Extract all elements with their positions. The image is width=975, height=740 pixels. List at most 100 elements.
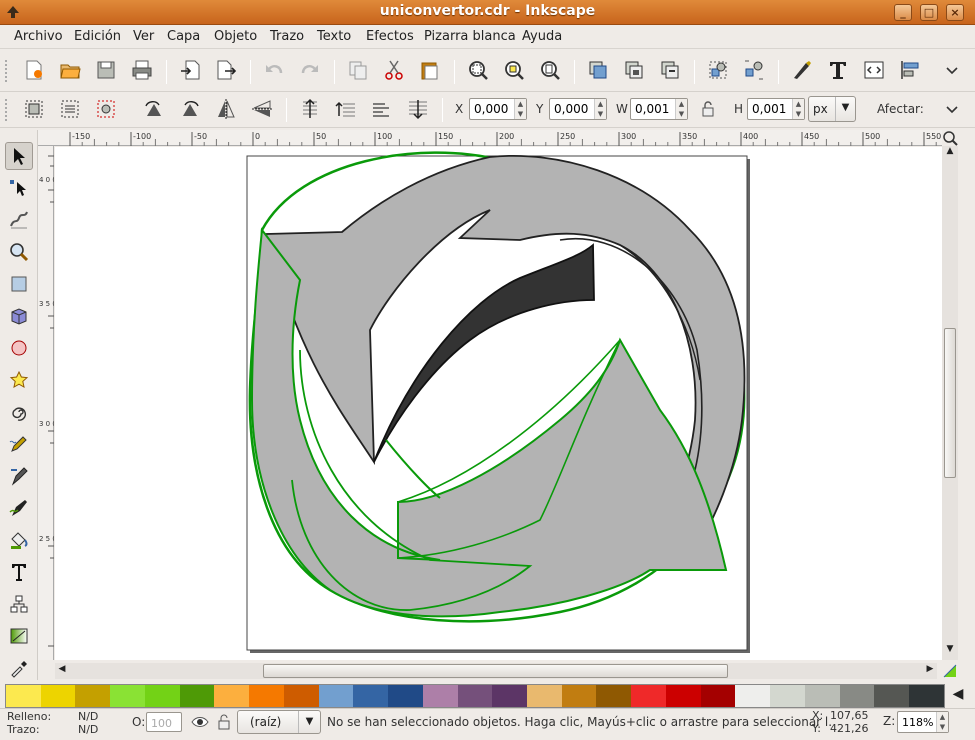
rotate-cw-icon[interactable] [176, 95, 204, 123]
zoom-corner-icon[interactable] [942, 130, 958, 146]
spin-arrows-icon[interactable]: ▲ ▼ [675, 99, 687, 119]
spin-arrows-icon[interactable]: ▲ ▼ [594, 99, 606, 119]
deselect-icon[interactable] [92, 95, 120, 123]
align-distribute-icon[interactable] [896, 56, 924, 84]
menu-efectos[interactable]: Efectos [366, 29, 414, 44]
color-manage-icon[interactable] [942, 663, 958, 679]
menu-trazo[interactable]: Trazo [270, 29, 304, 44]
zoom-drawing-icon[interactable] [500, 56, 528, 84]
palette-swatch[interactable] [110, 685, 145, 707]
menu-ayuda[interactable]: Ayuda [522, 29, 562, 44]
palette-swatch[interactable] [75, 685, 111, 707]
layer-selector[interactable]: (raíz) ▼ [237, 710, 321, 734]
h-spinbox[interactable]: ▲▼ [747, 98, 805, 120]
paint-bucket-tool-icon[interactable] [5, 526, 33, 554]
text-tool-icon[interactable] [5, 558, 33, 586]
clone-icon[interactable] [620, 56, 648, 84]
menu-edicion[interactable]: Edición [74, 29, 121, 44]
rectangle-tool-icon[interactable] [5, 270, 33, 298]
ellipse-tool-icon[interactable] [5, 334, 33, 362]
menu-pizarra-blanca[interactable]: Pizarra blanca [424, 29, 516, 44]
menu-archivo[interactable]: Archivo [14, 29, 63, 44]
menu-ver[interactable]: Ver [133, 29, 154, 44]
pen-tool-icon[interactable] [5, 462, 33, 490]
copy-icon[interactable] [344, 56, 372, 84]
palette-swatch[interactable] [527, 685, 562, 707]
palette-swatch[interactable] [388, 685, 423, 707]
vertical-scrollbar[interactable]: ▲ ▼ [942, 146, 958, 660]
save-icon[interactable] [92, 56, 120, 84]
palette-swatch[interactable] [422, 685, 458, 707]
palette-swatch[interactable] [909, 685, 944, 707]
print-icon[interactable] [128, 56, 156, 84]
stroke-value[interactable]: N/D [78, 723, 98, 736]
flip-vertical-icon[interactable] [248, 95, 276, 123]
palette-swatch[interactable] [839, 685, 875, 707]
palette-swatch[interactable] [735, 685, 771, 707]
palette-swatch[interactable] [700, 685, 736, 707]
palette-swatch[interactable] [179, 685, 215, 707]
lower-to-bottom-icon[interactable] [404, 95, 432, 123]
scroll-left-icon[interactable]: ◀ [56, 664, 68, 678]
flip-horizontal-icon[interactable] [212, 95, 240, 123]
3d-box-tool-icon[interactable] [5, 302, 33, 330]
select-all-layers-icon[interactable] [56, 95, 84, 123]
palette-swatch[interactable] [353, 685, 389, 707]
pencil-tool-icon[interactable] [5, 430, 33, 458]
export-icon[interactable] [212, 56, 240, 84]
open-document-icon[interactable] [56, 56, 84, 84]
horizontal-scroll-thumb[interactable] [263, 664, 728, 678]
close-button[interactable]: × [946, 4, 964, 21]
scroll-right-icon[interactable]: ▶ [924, 664, 936, 678]
palette-swatch[interactable] [457, 685, 493, 707]
w-spinbox[interactable]: ▲▼ [630, 98, 688, 120]
palette-swatch[interactable] [492, 685, 528, 707]
toolbar-overflow-chevron-icon[interactable] [938, 95, 966, 123]
palette-swatch[interactable] [318, 685, 354, 707]
zoom-spinbox[interactable]: ▲▼ [897, 711, 949, 733]
undo-icon[interactable] [260, 56, 288, 84]
tweak-tool-icon[interactable] [5, 206, 33, 234]
vertical-scroll-thumb[interactable] [944, 328, 956, 478]
spin-arrows-icon[interactable]: ▲ ▼ [792, 99, 804, 119]
palette-swatch[interactable] [631, 685, 666, 707]
toolbar-overflow-chevron-icon[interactable] [938, 56, 966, 84]
spin-arrows-icon[interactable]: ▲ ▼ [514, 99, 526, 119]
palette-swatch[interactable] [561, 685, 597, 707]
text-font-icon[interactable] [824, 56, 852, 84]
star-tool-icon[interactable] [5, 366, 33, 394]
palette-swatch[interactable] [249, 685, 284, 707]
y-spinbox[interactable]: ▲▼ [549, 98, 607, 120]
drawing-canvas[interactable] [55, 147, 942, 660]
palette-swatch[interactable] [40, 685, 76, 707]
maximize-button[interactable]: □ [920, 4, 938, 21]
group-icon[interactable] [704, 56, 732, 84]
palette-swatch[interactable] [874, 685, 910, 707]
select-all-icon[interactable] [20, 95, 48, 123]
x-spinbox[interactable]: ▲▼ [469, 98, 527, 120]
paste-icon[interactable] [416, 56, 444, 84]
scroll-down-icon[interactable]: ▼ [944, 644, 956, 658]
horizontal-scrollbar[interactable]: ◀ ▶ [55, 663, 937, 679]
connector-tool-icon[interactable] [5, 590, 33, 618]
import-icon[interactable] [176, 56, 204, 84]
palette-scroll-icon[interactable]: ◀ [950, 686, 966, 706]
duplicate-icon[interactable] [584, 56, 612, 84]
node-tool-icon[interactable] [5, 174, 33, 202]
fill-stroke-icon[interactable] [788, 56, 816, 84]
unit-selector[interactable]: px ▼ [808, 96, 856, 122]
cut-icon[interactable] [380, 56, 408, 84]
lock-proportions-icon[interactable] [694, 95, 722, 123]
zoom-selection-icon[interactable] [464, 56, 492, 84]
palette-swatch[interactable] [596, 685, 632, 707]
layer-lock-icon[interactable] [214, 712, 234, 732]
opacity-spinbox[interactable] [146, 712, 182, 733]
minimize-button[interactable]: _ [894, 4, 912, 21]
menu-capa[interactable]: Capa [167, 29, 200, 44]
calligraphy-tool-icon[interactable] [5, 494, 33, 522]
scroll-up-icon[interactable]: ▲ [944, 146, 956, 160]
menu-objeto[interactable]: Objeto [214, 29, 257, 44]
ungroup-icon[interactable] [740, 56, 768, 84]
toolbar-grip[interactable] [5, 99, 9, 121]
palette-swatch[interactable] [283, 685, 319, 707]
